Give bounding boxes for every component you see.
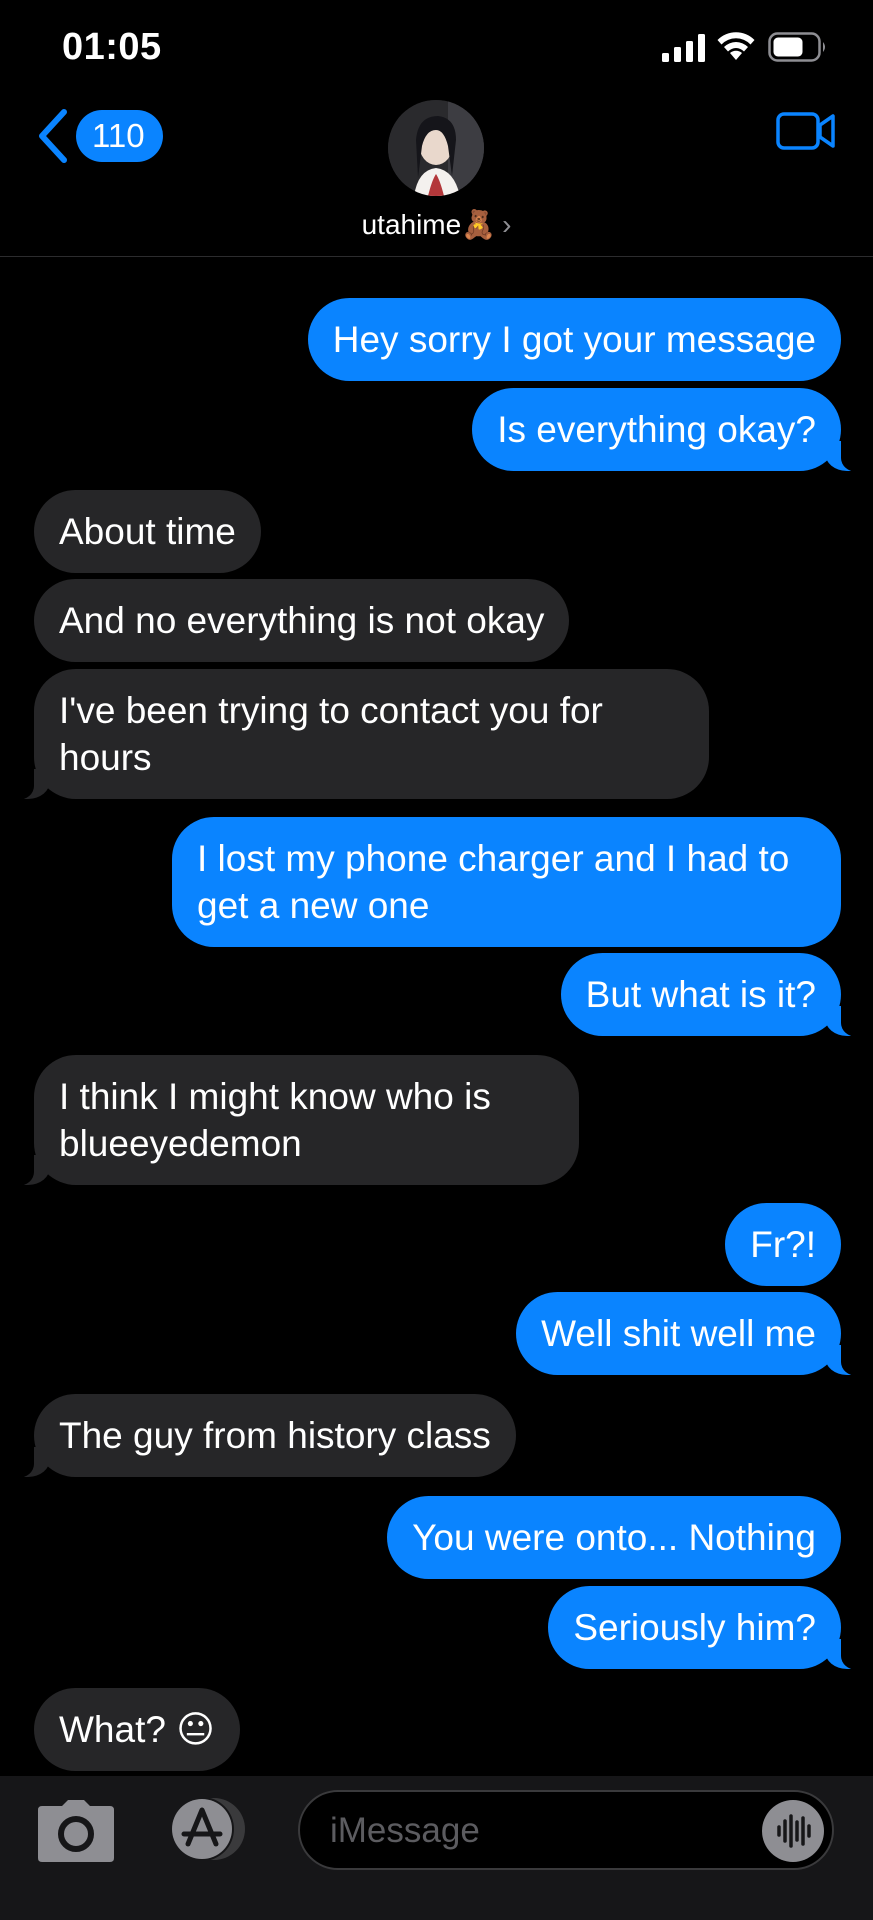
battery-icon	[768, 32, 825, 62]
message-bubble-incoming[interactable]: And no everything is not okay	[34, 579, 570, 662]
message-input[interactable]	[328, 1806, 732, 1856]
avatar[interactable]	[388, 100, 484, 196]
message-input-field[interactable]	[298, 1790, 834, 1870]
status-time: 01:05	[62, 26, 162, 68]
app-store-icon[interactable]	[162, 1796, 252, 1862]
audio-message-button[interactable]	[762, 1800, 824, 1862]
compose-bar	[0, 1776, 873, 1920]
status-bar: 01:05	[0, 0, 873, 100]
message-bubble-incoming[interactable]: The guy from history class	[12, 1394, 516, 1478]
back-button[interactable]: 110	[36, 108, 163, 164]
avatar-image	[388, 100, 484, 196]
message-bubble-outgoing[interactable]: You were onto... Nothing	[387, 1496, 841, 1579]
conversation-header: 110 utahime🧸 ›	[0, 96, 873, 257]
chevron-left-icon	[39, 109, 67, 163]
contact-name-button[interactable]: utahime🧸 ›	[0, 208, 873, 241]
camera-icon[interactable]	[38, 1800, 114, 1862]
message-thread[interactable]: Hey sorry I got your message Is everythi…	[0, 256, 873, 1776]
cellular-signal-icon	[662, 34, 705, 62]
waveform-icon	[777, 1814, 811, 1848]
message-bubble-outgoing[interactable]: Well shit well me	[516, 1292, 863, 1376]
message-bubble-outgoing[interactable]: I lost my phone charger and I had to get…	[172, 817, 841, 947]
message-bubble-incoming[interactable]: I think I might know who is blueeyedemon	[12, 1055, 579, 1186]
message-bubble-outgoing[interactable]: Hey sorry I got your message	[307, 298, 841, 381]
video-camera-icon[interactable]	[776, 110, 836, 152]
chevron-right-icon: ›	[502, 209, 512, 240]
wifi-icon	[717, 32, 755, 60]
message-bubble-incoming[interactable]: About time	[34, 490, 261, 573]
message-bubble-outgoing[interactable]: Is everything okay?	[472, 388, 863, 472]
message-bubble-outgoing[interactable]: Seriously him?	[548, 1586, 863, 1670]
message-bubble-outgoing[interactable]: But what is it?	[560, 953, 864, 1037]
unread-count-badge: 110	[76, 110, 163, 162]
message-bubble-outgoing[interactable]: Fr?!	[725, 1203, 841, 1286]
contact-name: utahime🧸	[361, 209, 497, 240]
message-bubble-incoming[interactable]: What? 😐	[34, 1688, 240, 1771]
message-bubble-incoming[interactable]: I've been trying to contact you for hour…	[12, 669, 709, 800]
